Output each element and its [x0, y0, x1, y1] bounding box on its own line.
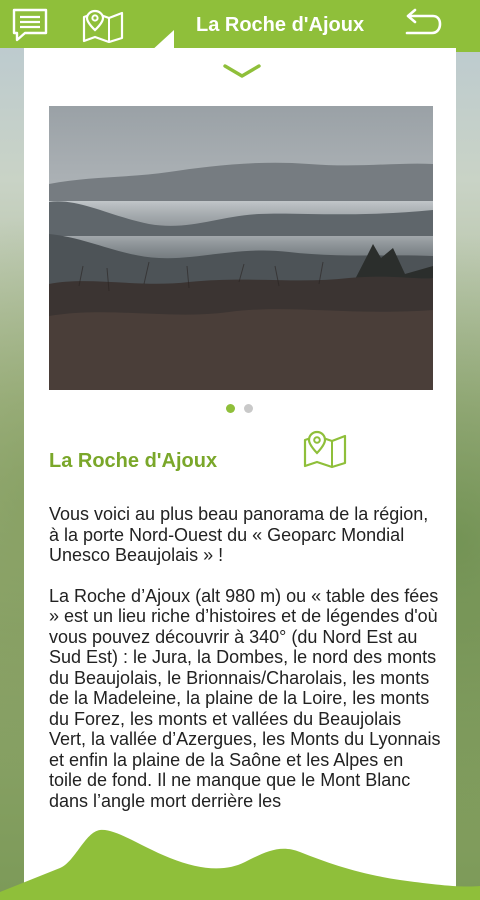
content-card: La Roche d'Ajoux Vous voici au plus beau…	[24, 48, 456, 900]
page-title: La Roche d'Ajoux	[196, 14, 365, 36]
top-bar: La Roche d'Ajoux	[0, 0, 480, 52]
description-paragraph: Vous voici au plus beau panorama de la r…	[49, 504, 429, 565]
bottom-hills-decoration	[0, 829, 480, 900]
panorama-photo[interactable]	[49, 106, 433, 390]
carousel-dot-active[interactable]	[226, 404, 235, 413]
description-text: Vous voici au plus beau panorama de la r…	[49, 504, 441, 831]
chat-list-icon	[12, 8, 48, 42]
description-paragraph: La Roche d’Ajoux (alt 980 m) ou « table …	[49, 585, 441, 811]
landscape-image	[49, 106, 433, 390]
chat-list-button[interactable]	[10, 6, 50, 44]
map-button[interactable]	[80, 6, 126, 44]
map-icon	[82, 9, 124, 43]
carousel-indicator	[226, 404, 253, 413]
chevron-down-icon[interactable]	[222, 62, 262, 80]
place-title: La Roche d'Ajoux	[49, 450, 218, 472]
back-arrow-icon	[405, 8, 442, 35]
map-pin-icon[interactable]	[302, 428, 348, 470]
carousel-dot[interactable]	[244, 404, 253, 413]
back-button[interactable]	[400, 6, 444, 44]
